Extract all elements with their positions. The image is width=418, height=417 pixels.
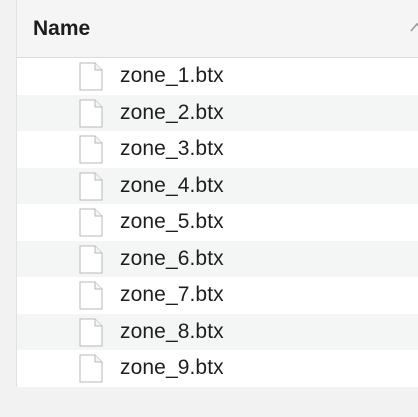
document-icon — [79, 172, 103, 200]
document-icon — [79, 208, 103, 237]
file-name: zone_1.btx — [120, 64, 224, 88]
document-icon — [79, 62, 103, 91]
file-name: zone_4.btx — [120, 173, 224, 197]
document-icon — [79, 245, 103, 273]
file-row[interactable]: zone_4.btx — [17, 167, 418, 204]
file-name: zone_7.btx — [120, 283, 224, 307]
file-row[interactable]: zone_6.btx — [17, 240, 418, 277]
document-icon — [79, 281, 103, 310]
file-name: zone_5.btx — [120, 210, 224, 234]
document-icon — [79, 99, 103, 127]
file-name: zone_9.btx — [120, 356, 224, 380]
document-icon — [79, 318, 103, 346]
file-name: zone_3.btx — [120, 137, 224, 161]
sidebar-gutter — [0, 0, 16, 417]
file-row[interactable]: zone_8.btx — [17, 313, 418, 350]
file-rows: zone_1.btx zone_2.btx zone_3.btx zone_4.… — [16, 58, 418, 387]
document-icon — [79, 354, 103, 383]
file-row[interactable]: zone_2.btx — [17, 94, 418, 131]
file-name: zone_8.btx — [120, 319, 224, 343]
file-name: zone_2.btx — [120, 100, 224, 124]
file-row[interactable]: zone_9.btx — [17, 350, 418, 387]
file-row[interactable]: zone_1.btx — [17, 58, 418, 95]
file-list: Name zone_1.btx zone_2.btx zone_3.btx zo… — [16, 0, 418, 417]
file-row[interactable]: zone_5.btx — [17, 204, 418, 241]
document-icon — [79, 135, 103, 164]
file-row[interactable]: zone_7.btx — [17, 277, 418, 314]
sort-ascending-icon[interactable] — [410, 22, 418, 32]
file-name: zone_6.btx — [120, 246, 224, 270]
column-header-label: Name — [33, 16, 91, 40]
file-row[interactable]: zone_3.btx — [17, 131, 418, 168]
name-column-header[interactable]: Name — [16, 0, 418, 58]
